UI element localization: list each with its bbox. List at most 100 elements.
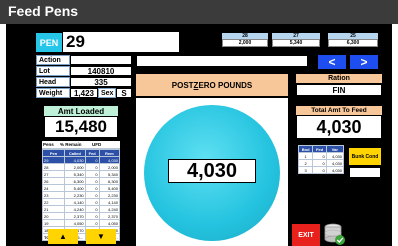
pens-cell: 6,300 xyxy=(63,177,86,185)
bunk-cell: 4,030 xyxy=(325,152,345,160)
bunk-cell: 0 xyxy=(312,152,327,160)
col-rem[interactable]: Rem xyxy=(98,149,121,157)
pens-cell: 4,240 xyxy=(98,205,121,213)
head-label: Head xyxy=(36,77,70,87)
pens-cell: 2,000 xyxy=(63,163,86,171)
next-pen-button[interactable]: > xyxy=(350,55,378,69)
pens-cell: 22 xyxy=(42,198,65,206)
bunk-col-bnd[interactable]: Bnd xyxy=(297,145,314,153)
pens-col-ufd[interactable]: UFD xyxy=(92,142,112,147)
bunk-cond-field[interactable] xyxy=(349,167,381,178)
post-zero-text-pre: POST xyxy=(171,80,194,90)
title-bar: Feed Pens xyxy=(0,0,398,24)
pens-col-pens[interactable]: Pens xyxy=(42,142,60,147)
prev-pen-button[interactable]: < xyxy=(318,55,346,69)
pens-cell: 4,050 xyxy=(98,219,121,227)
ration-value: FIN xyxy=(296,84,382,96)
pens-table-row[interactable]: 23 2,230 0 2,230 xyxy=(42,191,121,199)
pens-cell: 2,230 xyxy=(98,191,121,199)
pen-number-field[interactable]: 29 xyxy=(62,31,180,53)
bunk-table-row[interactable]: 1 0 4,030 xyxy=(297,152,345,160)
pens-cell: 4,030 xyxy=(63,156,86,164)
database-save-icon[interactable] xyxy=(324,223,346,246)
action-label: Action xyxy=(36,55,70,65)
head-field[interactable]: 335 xyxy=(70,77,132,87)
pens-cell: 5,400 xyxy=(98,184,121,192)
pens-cell: 0 xyxy=(84,177,100,185)
scroll-up-button[interactable]: ▲ xyxy=(48,229,78,244)
header-stat-value-1: 2,000 xyxy=(222,39,268,47)
pens-table-row[interactable]: 21 4,240 0 4,240 xyxy=(42,205,121,213)
pens-cell: 4,240 xyxy=(63,205,86,213)
chevron-up-icon: ▲ xyxy=(59,232,67,241)
pens-cell: 4,030 xyxy=(98,156,121,164)
pens-cell: 2,000 xyxy=(98,163,121,171)
action-field[interactable] xyxy=(70,55,132,65)
pens-cell: 20 xyxy=(42,212,65,220)
pens-table-row[interactable]: 24 5,400 0 5,400 xyxy=(42,184,121,192)
lot-field[interactable]: 140810 xyxy=(70,66,132,76)
bunk-cell: 1 xyxy=(297,152,314,160)
pens-table-row[interactable]: 27 5,340 0 5,340 xyxy=(42,170,121,178)
pens-cell: 4,140 xyxy=(98,198,121,206)
pens-cell: 4,050 xyxy=(63,219,86,227)
pens-cell: 4,140 xyxy=(63,198,86,206)
pens-cell: 23 xyxy=(42,191,65,199)
bunk-table-row[interactable]: 2 0 4,030 xyxy=(297,159,345,167)
pens-cell: 21 xyxy=(42,205,65,213)
header-stat-value-3: 6,300 xyxy=(328,39,378,47)
scroll-down-button[interactable]: ▼ xyxy=(86,229,116,244)
pens-table-row[interactable]: 20 2,370 0 2,370 xyxy=(42,212,121,220)
chevron-down-icon: ▼ xyxy=(97,232,105,241)
total-amt-label: Total Amt To Feed xyxy=(296,106,382,115)
pens-table-row[interactable]: 19 4,050 0 4,050 xyxy=(42,219,121,227)
window-title: Feed Pens xyxy=(8,3,79,19)
pens-table: Pens % Remain UFD Pen Called Fed Rem 29 4… xyxy=(42,141,121,241)
pens-cell: 29 xyxy=(42,156,65,164)
header-stat-value-2: 5,340 xyxy=(272,39,320,47)
pens-cell: 26 xyxy=(42,177,65,185)
bunk-cond-button[interactable]: Bunk Cond xyxy=(349,148,381,165)
bunk-cell: 3 xyxy=(297,166,314,174)
post-zero-text-post: ERO POUNDS xyxy=(198,80,253,90)
bunk-cell: 2 xyxy=(297,159,314,167)
col-fed[interactable]: Fed xyxy=(84,149,100,157)
amt-loaded-label: Amt Loaded xyxy=(44,106,118,116)
ration-label: Ration xyxy=(296,74,382,83)
pens-cell: 0 xyxy=(84,163,100,171)
pens-col-remain[interactable]: % Remain xyxy=(60,142,92,147)
pens-cell: 5,340 xyxy=(98,170,121,178)
pens-table-row[interactable]: 22 4,140 0 4,140 xyxy=(42,198,121,206)
pens-cell: 24 xyxy=(42,184,65,192)
exit-button[interactable]: EXIT xyxy=(292,224,320,246)
bunk-table-header: Bnd Fed Var xyxy=(297,145,345,153)
bunk-cell: 0 xyxy=(312,159,327,167)
pens-grid: Pen Called Fed Rem 29 4,030 0 4,030 28 2,000 0… xyxy=(42,149,121,241)
pens-table-tabs: Pens % Remain UFD xyxy=(42,141,120,149)
sex-label: Sex xyxy=(98,88,116,98)
pens-cell: 0 xyxy=(84,156,100,164)
pens-cell: 28 xyxy=(42,163,65,171)
col-pen[interactable]: Pen xyxy=(42,149,65,157)
col-called[interactable]: Called xyxy=(63,149,86,157)
bunk-col-var[interactable]: Var xyxy=(325,145,345,153)
pens-table-row[interactable]: 26 6,300 0 6,300 xyxy=(42,177,121,185)
feed-screen: PEN 29 28 2,000 27 5,340 25 6,300 Action… xyxy=(6,24,392,246)
pens-table-row[interactable]: 28 2,000 0 2,000 xyxy=(42,163,121,171)
sex-field[interactable]: S xyxy=(116,88,132,98)
pens-cell: 0 xyxy=(84,219,100,227)
bunk-table: Bnd Fed Var 1 0 4,030 2 0 4,030 3 0 4,030 xyxy=(297,145,345,174)
post-zero-pounds-button[interactable]: POST Z ERO POUNDS xyxy=(136,74,288,96)
pens-cell: 0 xyxy=(84,205,100,213)
pens-cell: 0 xyxy=(84,170,100,178)
bunk-col-fed[interactable]: Fed xyxy=(312,145,327,153)
weight-field[interactable]: 1,423 xyxy=(70,88,98,98)
database-icon-graphic xyxy=(324,223,345,245)
pens-cell: 0 xyxy=(84,212,100,220)
pens-cell: 2,370 xyxy=(63,212,86,220)
bunk-table-panel: Bnd Fed Var 1 0 4,030 2 0 4,030 3 0 4,030 xyxy=(297,145,345,174)
pens-cell: 0 xyxy=(84,184,100,192)
bunk-table-row[interactable]: 3 0 4,030 xyxy=(297,166,345,174)
pens-table-row[interactable]: 29 4,030 0 4,030 xyxy=(42,156,121,164)
pens-cell: 27 xyxy=(42,170,65,178)
